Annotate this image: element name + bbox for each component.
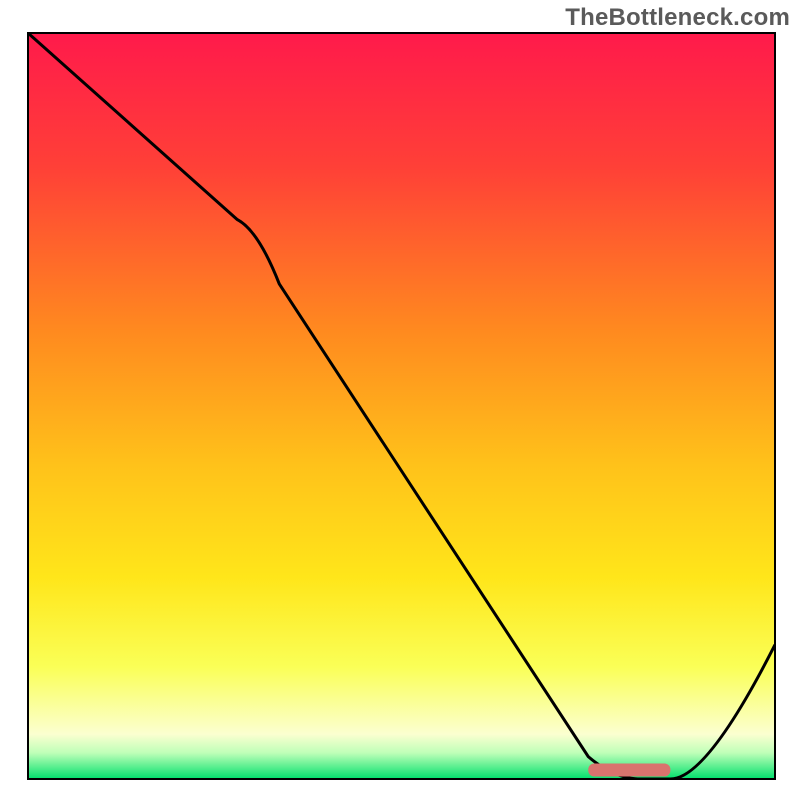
chart-background-gradient	[28, 33, 775, 779]
bottleneck-chart	[0, 0, 800, 800]
optimal-range-marker	[588, 764, 670, 777]
